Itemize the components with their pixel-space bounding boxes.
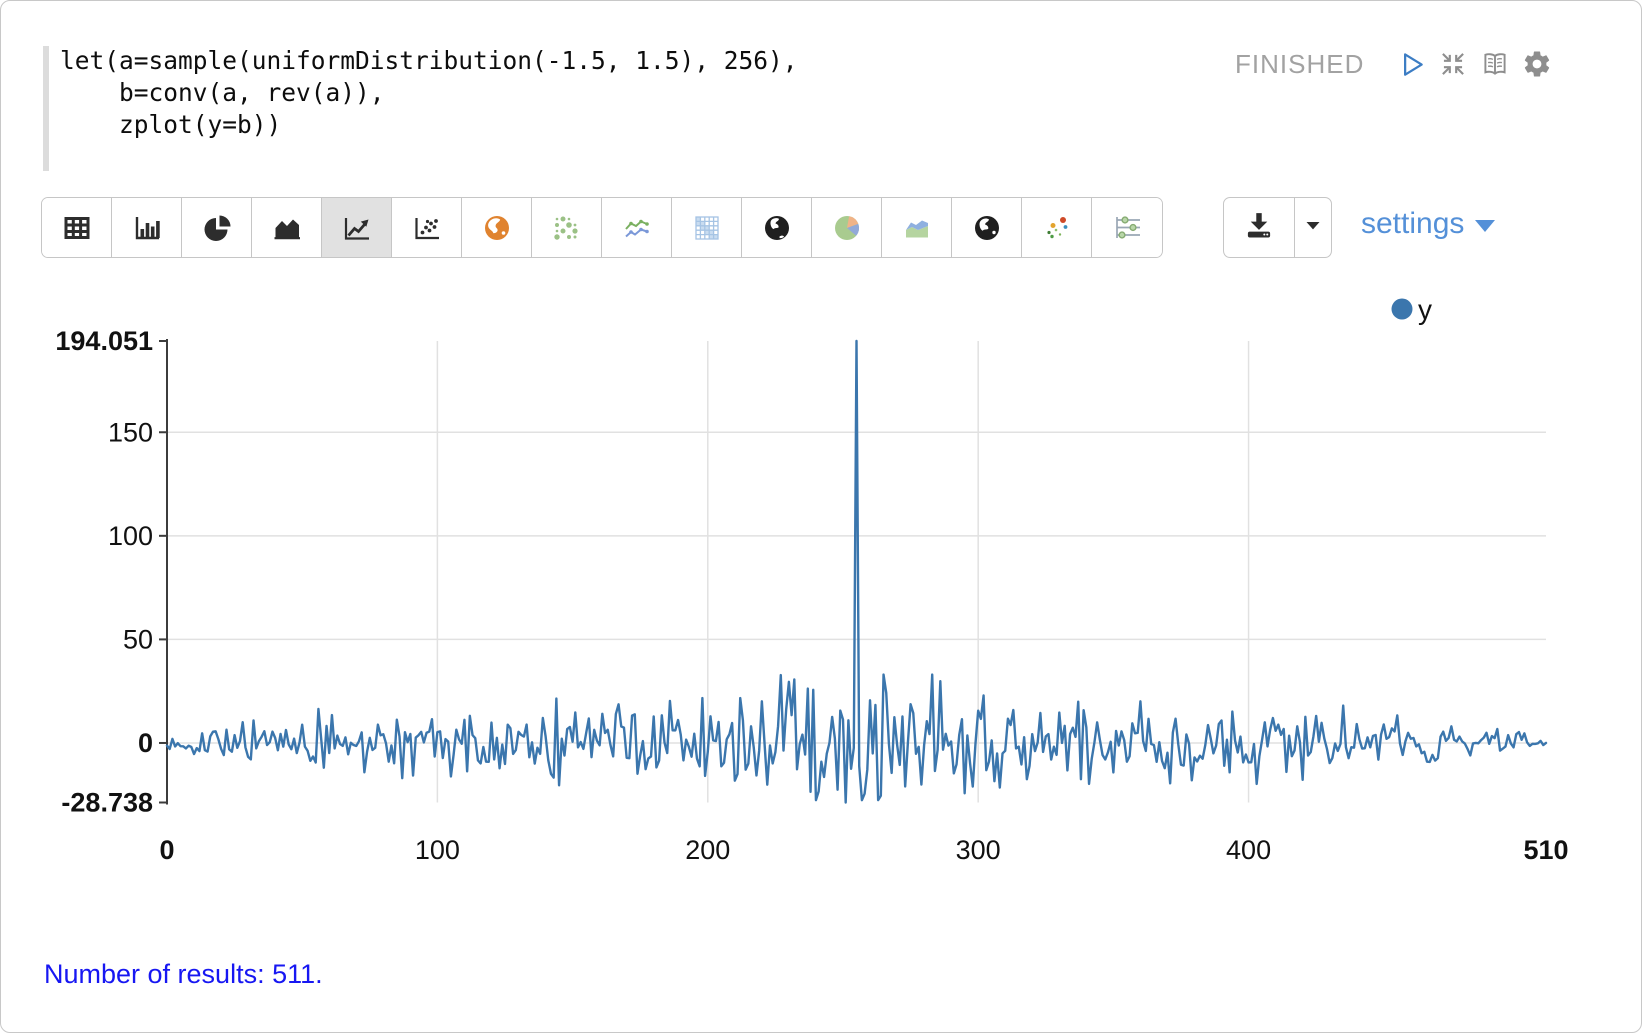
code-gutter [43, 46, 49, 171]
svg-text:50: 50 [123, 624, 153, 654]
line-chart-icon [339, 210, 375, 246]
area-chart-icon [269, 210, 305, 246]
chart-type-toolbar [41, 197, 1163, 258]
chart-type-pie-chart-button[interactable] [182, 198, 252, 257]
svg-text:-28.738: -28.738 [61, 788, 153, 818]
collapse-output-button[interactable] [1436, 47, 1470, 81]
svg-text:100: 100 [108, 521, 153, 551]
chart-type-parallel-coordinates-button[interactable] [1092, 198, 1162, 257]
chart-type-map-orange-button[interactable] [462, 198, 532, 257]
play-icon [1395, 48, 1427, 80]
y-axis: -28.738 0 50 100 150 194.051 [55, 326, 167, 818]
download-split-button [1223, 197, 1332, 258]
settings-label: settings [1361, 207, 1464, 241]
chart-type-bar-chart-button[interactable] [112, 198, 182, 257]
code-editor[interactable]: let(a=sample(uniformDistribution(-1.5, 1… [60, 45, 798, 141]
x-axis: 0 100 200 300 400 510 [159, 835, 1568, 865]
status-label: FINISHED [1235, 49, 1364, 80]
paragraph-controls: FINISHED [1235, 47, 1554, 81]
download-caret-button[interactable] [1295, 198, 1331, 257]
chart-type-globe-dark-2-button[interactable] [952, 198, 1022, 257]
download-icon [1242, 208, 1276, 247]
scatter-plot-icon [409, 210, 445, 246]
chart-type-table-button[interactable] [42, 198, 112, 257]
legend-label: y [1418, 294, 1432, 325]
globe-dark-2-icon [969, 210, 1005, 246]
scatter-colored-icon [1039, 210, 1075, 246]
globe-dark-icon [759, 210, 795, 246]
series-line-y [167, 341, 1546, 803]
compress-icon [1437, 48, 1469, 80]
book-icon [1479, 48, 1511, 80]
area-colored-icon [899, 210, 935, 246]
parallel-coordinates-icon [1109, 210, 1145, 246]
svg-text:400: 400 [1226, 835, 1271, 865]
svg-text:100: 100 [415, 835, 460, 865]
svg-text:194.051: 194.051 [55, 326, 153, 356]
settings-dropdown[interactable]: settings [1361, 207, 1495, 241]
svg-text:300: 300 [956, 835, 1001, 865]
caret-down-icon [1475, 220, 1495, 232]
table-icon [59, 210, 95, 246]
chart-type-pie-colored-button[interactable] [812, 198, 882, 257]
show-editor-button[interactable] [1478, 47, 1512, 81]
svg-text:150: 150 [108, 417, 153, 447]
svg-text:0: 0 [138, 728, 153, 758]
chart-type-multi-line-button[interactable] [602, 198, 672, 257]
chart-type-heatmap-button[interactable] [672, 198, 742, 257]
heatmap-icon [689, 210, 725, 246]
chart-type-area-chart-button[interactable] [252, 198, 322, 257]
bubble-grid-icon [549, 210, 585, 246]
bar-chart-icon [129, 210, 165, 246]
caret-down-icon [1300, 212, 1326, 243]
line-chart: -28.738050100150194.0510100200300400510y [1, 281, 1644, 881]
gear-icon [1522, 49, 1552, 79]
chart-type-scatter-colored-button[interactable] [1022, 198, 1092, 257]
multi-line-icon [619, 210, 655, 246]
download-button[interactable] [1224, 198, 1295, 257]
pie-colored-icon [829, 210, 865, 246]
results-count: Number of results: 511. [44, 959, 323, 990]
chart-type-globe-dark-button[interactable] [742, 198, 812, 257]
legend-item-y[interactable]: y [1392, 294, 1433, 325]
pie-chart-icon [199, 210, 235, 246]
paragraph-settings-button[interactable] [1520, 47, 1554, 81]
map-orange-icon [479, 210, 515, 246]
run-button[interactable] [1394, 47, 1428, 81]
paragraph-card: let(a=sample(uniformDistribution(-1.5, 1… [0, 0, 1642, 1033]
svg-text:0: 0 [159, 835, 174, 865]
chart-type-area-colored-button[interactable] [882, 198, 952, 257]
svg-text:200: 200 [685, 835, 730, 865]
chart-type-bubble-grid-button[interactable] [532, 198, 602, 257]
chart-type-line-chart-button[interactable] [322, 198, 392, 257]
chart-area: -28.738050100150194.0510100200300400510y [1, 281, 1644, 881]
chart-type-scatter-plot-button[interactable] [392, 198, 462, 257]
legend-dot [1392, 299, 1413, 320]
svg-text:510: 510 [1523, 835, 1568, 865]
